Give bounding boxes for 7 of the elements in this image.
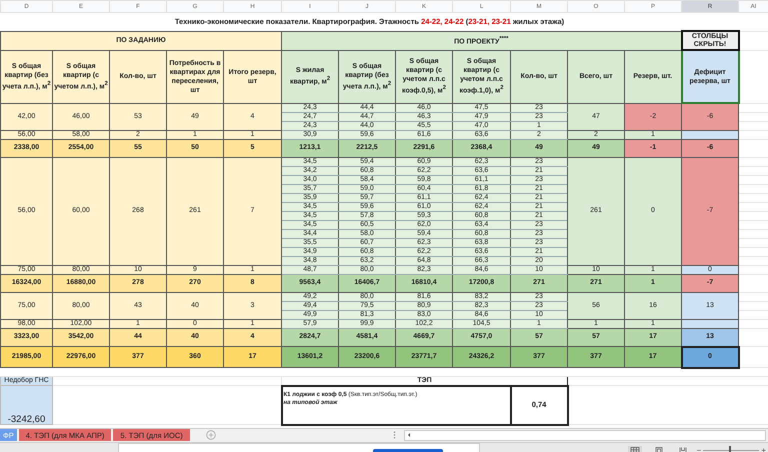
more-icon[interactable] [393,431,396,439]
horizontal-scrollbar[interactable] [404,430,766,440]
zoom-in-button[interactable]: + [759,446,768,452]
slider-thumb[interactable] [728,446,731,452]
add-sheet-icon[interactable] [206,430,216,440]
zoom-out-button[interactable]: − [694,446,704,452]
table-cell: -3242,60 [0,386,52,424]
